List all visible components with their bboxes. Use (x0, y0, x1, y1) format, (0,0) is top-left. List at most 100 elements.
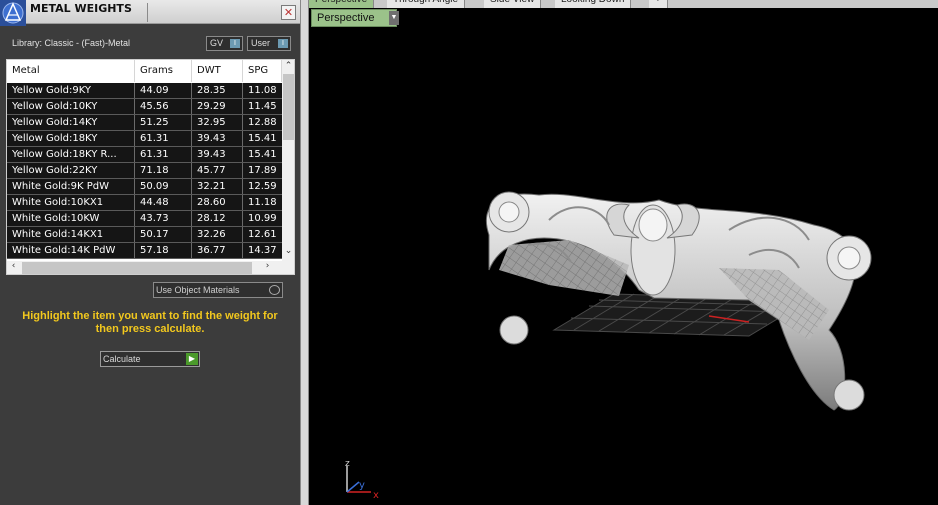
cell-metal: Yellow Gold:9KY (7, 83, 135, 98)
cell-grams: 51.25 (135, 115, 192, 130)
horizontal-scrollbar[interactable]: ‹ › (7, 261, 294, 274)
metal-table: Metal Grams DWT SPG Yellow Gold:9KY 44.09… (6, 59, 295, 275)
title-separator (147, 3, 148, 22)
cell-metal: Yellow Gold:22KY (7, 163, 135, 178)
cell-dwt: 28.35 (192, 83, 243, 98)
table-row[interactable]: Yellow Gold:22KY 71.18 45.77 17.89 (7, 163, 282, 179)
cell-spg: 11.08 (248, 85, 277, 96)
cell-metal: White Gold:14KX1 (7, 227, 135, 242)
table-row[interactable]: Yellow Gold:10KY 45.56 29.29 11.45 (7, 99, 282, 115)
table-row[interactable]: White Gold:10KW 43.73 28.12 10.99 (7, 211, 282, 227)
scroll-down-icon[interactable]: ⌄ (282, 246, 294, 256)
table-row[interactable]: Yellow Gold:14KY 51.25 32.95 12.88 (7, 115, 282, 131)
use-object-materials-checkbox[interactable]: Use Object Materials (153, 282, 283, 298)
cell-spg: 12.88 (248, 117, 277, 128)
cell-grams: 50.09 (135, 179, 192, 194)
close-button[interactable]: ✕ (281, 5, 296, 20)
panel-splitter[interactable] (300, 0, 309, 505)
toggle-knob-icon: I (278, 39, 288, 48)
tab-add[interactable]: + (649, 0, 668, 8)
axis-label-z: z (345, 459, 350, 469)
cell-dwt: 36.77 (192, 243, 243, 258)
cell-grams: 44.09 (135, 83, 192, 98)
gv-toggle-label: GV (210, 38, 224, 48)
instruction-text: Highlight the item you want to find the … (22, 310, 278, 335)
cell-metal: White Gold:10KX1 (7, 195, 135, 210)
user-toggle-label: User (251, 38, 271, 48)
view-selector[interactable]: Perspective ▼ (311, 9, 399, 27)
column-header-metal[interactable]: Metal (7, 60, 135, 82)
vertical-scrollbar[interactable]: ⌃ ⌄ (282, 60, 294, 261)
cell-spg: 10.99 (248, 213, 277, 224)
cell-dwt: 39.43 (192, 131, 243, 146)
column-header-spg[interactable]: SPG (243, 60, 282, 82)
cell-spg: 11.45 (248, 101, 277, 112)
column-header-dwt[interactable]: DWT (192, 60, 243, 82)
3d-scene: z y x (345, 191, 872, 501)
cell-spg: 17.89 (248, 165, 277, 176)
tab-through-angle[interactable]: Through Angle (387, 0, 466, 8)
play-arrow-icon: ▶ (186, 353, 198, 365)
table-row[interactable]: White Gold:14KX1 50.17 32.26 12.61 (7, 227, 282, 243)
vertical-scroll-thumb[interactable] (283, 74, 294, 140)
column-header-grams[interactable]: Grams (135, 60, 192, 82)
cell-metal: White Gold:10KW (7, 211, 135, 226)
table-body: Yellow Gold:9KY 44.09 28.35 11.08 Yellow Go… (7, 83, 282, 259)
axis-label-x: x (373, 490, 379, 501)
cell-dwt: 28.12 (192, 211, 243, 226)
table-row[interactable]: Yellow Gold:18KY 61.31 39.43 15.41 (7, 131, 282, 147)
tab-perspective[interactable]: Perspective (309, 0, 375, 8)
cell-spg: 15.41 (248, 133, 277, 144)
cell-metal: Yellow Gold:14KY (7, 115, 135, 130)
cell-dwt: 45.77 (192, 163, 243, 178)
library-label: Library: Classic - (Fast)-Metal (12, 38, 131, 48)
cell-dwt: 32.95 (192, 115, 243, 130)
calculate-button[interactable]: Calculate ▶ (100, 351, 200, 367)
table-row[interactable]: White Gold:9K PdW 50.09 32.21 12.59 (7, 179, 282, 195)
cell-grams: 71.18 (135, 163, 192, 178)
metal-weights-panel: METAL WEIGHTS ✕ Library: Classic - (Fast… (0, 0, 300, 505)
horizontal-scroll-thumb[interactable] (22, 262, 252, 274)
cell-spg: 12.59 (248, 181, 277, 192)
cell-grams: 45.56 (135, 99, 192, 114)
cell-dwt: 28.60 (192, 195, 243, 210)
axis-label-y: y (359, 480, 365, 491)
scroll-right-icon[interactable]: › (261, 261, 274, 271)
cell-grams: 44.48 (135, 195, 192, 210)
panel-title-bar: METAL WEIGHTS ✕ (0, 0, 300, 26)
cell-spg: 14.37 (248, 245, 277, 256)
table-header: Metal Grams DWT SPG (7, 60, 282, 82)
cell-spg: 12.61 (248, 229, 277, 240)
viewport-tab-strip: Perspective Through Angle Side View Look… (309, 0, 938, 8)
table-row[interactable]: Yellow Gold:18KY R... 61.31 39.43 15.41 (7, 147, 282, 163)
3d-viewport[interactable]: z y x Perspective Through Angle Side Vie… (309, 0, 938, 505)
close-icon: ✕ (283, 6, 294, 19)
tab-looking-down[interactable]: Looking Down (555, 0, 632, 8)
cell-dwt: 32.21 (192, 179, 243, 194)
cell-grams: 43.73 (135, 211, 192, 226)
cell-dwt: 32.26 (192, 227, 243, 242)
chevron-down-icon[interactable]: ▼ (389, 11, 399, 25)
table-row[interactable]: White Gold:14K PdW 57.18 36.77 14.37 (7, 243, 282, 259)
use-object-materials-label: Use Object Materials (156, 285, 240, 295)
cell-spg: 15.41 (248, 149, 277, 160)
cell-dwt: 29.29 (192, 99, 243, 114)
app-logo-icon (0, 0, 26, 26)
toggle-knob-icon: I (230, 39, 240, 48)
table-row[interactable]: White Gold:10KX1 44.48 28.60 11.18 (7, 195, 282, 211)
cell-dwt: 39.43 (192, 147, 243, 162)
view-selector-label: Perspective (317, 12, 375, 24)
cell-metal: White Gold:14K PdW (7, 243, 135, 258)
cell-spg: 11.18 (248, 197, 277, 208)
gv-toggle[interactable]: GV I (206, 36, 243, 51)
cell-grams: 50.17 (135, 227, 192, 242)
scroll-up-icon[interactable]: ⌃ (282, 61, 294, 71)
user-toggle[interactable]: User I (247, 36, 291, 51)
cell-grams: 57.18 (135, 243, 192, 258)
cell-metal: Yellow Gold:18KY R... (7, 147, 135, 162)
scroll-left-icon[interactable]: ‹ (7, 261, 20, 271)
radio-circle-icon (269, 285, 280, 295)
tab-side-view[interactable]: Side View (484, 0, 542, 8)
panel-title: METAL WEIGHTS (30, 2, 132, 15)
table-row[interactable]: Yellow Gold:9KY 44.09 28.35 11.08 (7, 83, 282, 99)
